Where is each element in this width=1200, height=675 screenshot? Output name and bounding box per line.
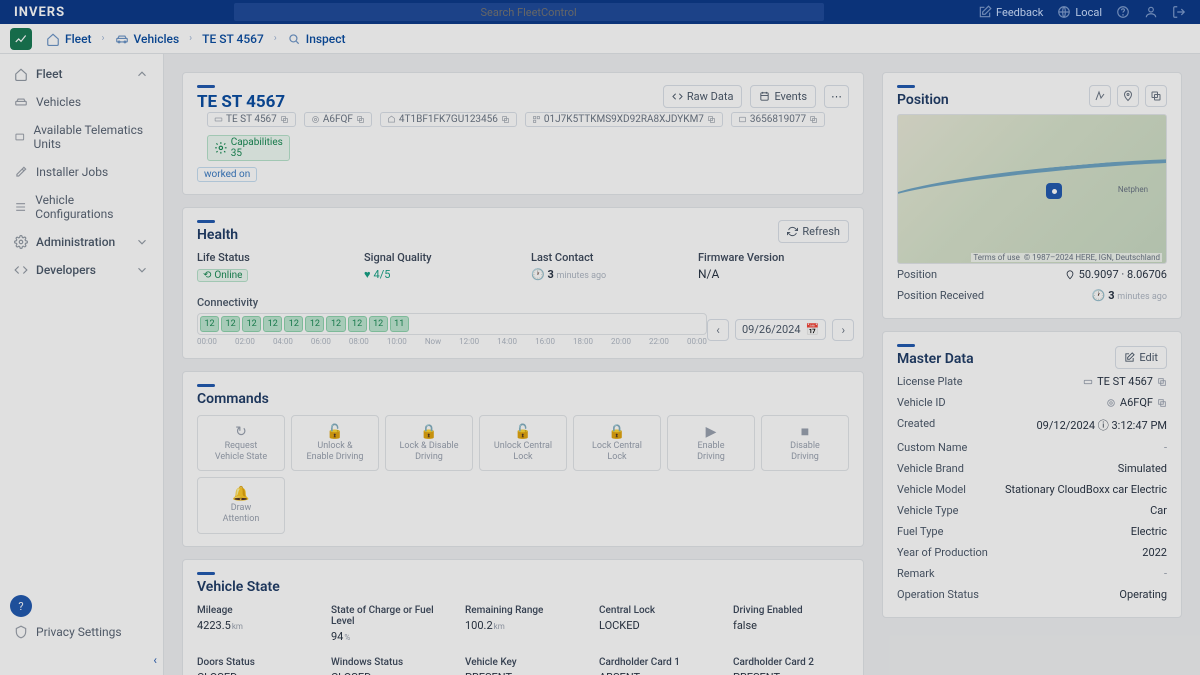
master-data-card: Master Data Edit License PlateTE ST 4567… — [882, 331, 1182, 618]
sidebar-head-admin[interactable]: Administration — [0, 228, 163, 256]
raw-data-button[interactable]: Raw Data — [663, 85, 743, 108]
commands-card: Commands ↻RequestVehicle State🔓Unlock &E… — [182, 371, 864, 547]
vehicle-state-card: Vehicle State Mileage4223.5km State of C… — [182, 559, 864, 675]
command-button[interactable]: ↻RequestVehicle State — [197, 415, 285, 471]
map-pin-icon — [1046, 183, 1062, 199]
route-icon[interactable] — [1089, 85, 1111, 107]
chip-vin[interactable]: 4T1BF1FK7GU123456 — [380, 112, 517, 127]
more-menu-icon[interactable]: ⋯ — [824, 85, 849, 108]
chart-axis: 00:0002:0004:0006:0008:0010:00Now12:0014… — [197, 337, 707, 346]
page-title: TE ST 4567 — [197, 92, 285, 112]
chevron-up-icon — [135, 67, 149, 81]
copy-icon — [707, 115, 716, 124]
copy-icon — [501, 115, 510, 124]
chevron-down-icon — [135, 263, 149, 277]
commands-title: Commands — [197, 391, 849, 407]
date-picker[interactable]: 09/26/2024 📅 — [735, 319, 826, 340]
collapse-sidebar-icon[interactable]: ‹ — [153, 653, 157, 667]
chip-plate[interactable]: TE ST 4567 — [207, 112, 296, 127]
app-tile-icon[interactable] — [10, 28, 32, 50]
copy-pos-icon[interactable] — [1145, 85, 1167, 107]
search-input[interactable] — [234, 3, 824, 21]
chip-vehicle-id[interactable]: A6FQF — [304, 112, 372, 127]
last-contact: 🕐 3 minutes ago — [531, 268, 606, 281]
copy-icon — [1157, 398, 1167, 408]
feedback-link[interactable]: Feedback — [978, 5, 1043, 19]
vehicle-header-card: Raw Data Events ⋯ TE ST 4567 TE ST 4567 … — [182, 72, 864, 195]
health-card: Health Refresh Life Status⟲ Online Signa… — [182, 207, 864, 359]
command-button[interactable]: 🔔DrawAttention — [197, 477, 285, 533]
copy-icon — [809, 115, 818, 124]
status-badge: ⟲ Online — [197, 269, 248, 282]
chip-qnr[interactable]: 01J7K5TTKMS9XD92RA8XJDYKM7 — [525, 112, 723, 127]
sidebar-item-vehicles[interactable]: Vehicles — [0, 88, 163, 116]
sidebar-head-dev[interactable]: Developers — [0, 256, 163, 284]
privacy-link[interactable]: Privacy Settings — [14, 625, 122, 639]
crumb-inspect[interactable]: Inspect — [287, 32, 346, 46]
help-bubble-icon[interactable]: ? — [10, 595, 32, 617]
breadcrumb: Fleet › Vehicles › TE ST 4567 › Inspect — [0, 24, 1200, 54]
chevron-down-icon — [135, 235, 149, 249]
connectivity-label: Connectivity — [197, 296, 849, 309]
sidebar-head-fleet[interactable]: Fleet — [0, 60, 163, 88]
signal-value: ♥ 4/5 — [364, 268, 390, 281]
health-title: Health — [197, 227, 238, 243]
chip-serial[interactable]: 3656819077 — [731, 112, 825, 127]
help-icon[interactable] — [1116, 5, 1130, 19]
pin-icon[interactable] — [1117, 85, 1139, 107]
sidebar: Fleet Vehicles Available Telematics Unit… — [0, 54, 164, 675]
topbar: INVERS Feedback Local — [0, 0, 1200, 24]
map[interactable]: Netphen Terms of use © 1987–2024 HERE, I… — [897, 114, 1167, 264]
connectivity-chart: 12121212121212121211 — [197, 313, 707, 335]
sidebar-item-installer[interactable]: Installer Jobs — [0, 158, 163, 186]
vstate-title: Vehicle State — [197, 579, 849, 595]
date-prev-icon[interactable]: ‹ — [707, 319, 729, 341]
command-button[interactable]: ■DisableDriving — [761, 415, 849, 471]
firmware-value: N/A — [698, 267, 719, 281]
command-button[interactable]: 🔒Lock CentralLock — [573, 415, 661, 471]
master-title: Master Data — [897, 351, 974, 367]
sidebar-item-config[interactable]: Vehicle Configurations — [0, 186, 163, 228]
sidebar-item-telematics[interactable]: Available Telematics Units — [0, 116, 163, 158]
user-icon[interactable] — [1144, 5, 1158, 19]
crumb-fleet[interactable]: Fleet — [46, 32, 92, 46]
command-button[interactable]: ▶EnableDriving — [667, 415, 755, 471]
command-button[interactable]: 🔒Lock & DisableDriving — [385, 415, 473, 471]
locale-switch[interactable]: Local — [1057, 5, 1102, 19]
tag-worked-on[interactable]: worked on — [197, 167, 257, 182]
position-card: Position Netphen Terms of use © 1987–202… — [882, 72, 1182, 319]
brand-logo: INVERS — [0, 5, 79, 20]
copy-icon — [356, 115, 365, 124]
chip-capabilities[interactable]: Capabilities 35 — [207, 135, 290, 161]
crumb-vehicles[interactable]: Vehicles — [115, 32, 180, 46]
copy-icon — [1157, 377, 1167, 387]
refresh-button[interactable]: Refresh — [778, 220, 849, 243]
date-next-icon[interactable]: › — [832, 319, 854, 341]
logout-icon[interactable] — [1172, 5, 1186, 19]
copy-icon — [280, 115, 289, 124]
command-button[interactable]: 🔓Unlock &Enable Driving — [291, 415, 379, 471]
command-button[interactable]: 🔓Unlock CentralLock — [479, 415, 567, 471]
crumb-vehicle[interactable]: TE ST 4567 — [202, 32, 264, 46]
events-button[interactable]: Events — [750, 85, 816, 108]
edit-button[interactable]: Edit — [1115, 346, 1167, 369]
